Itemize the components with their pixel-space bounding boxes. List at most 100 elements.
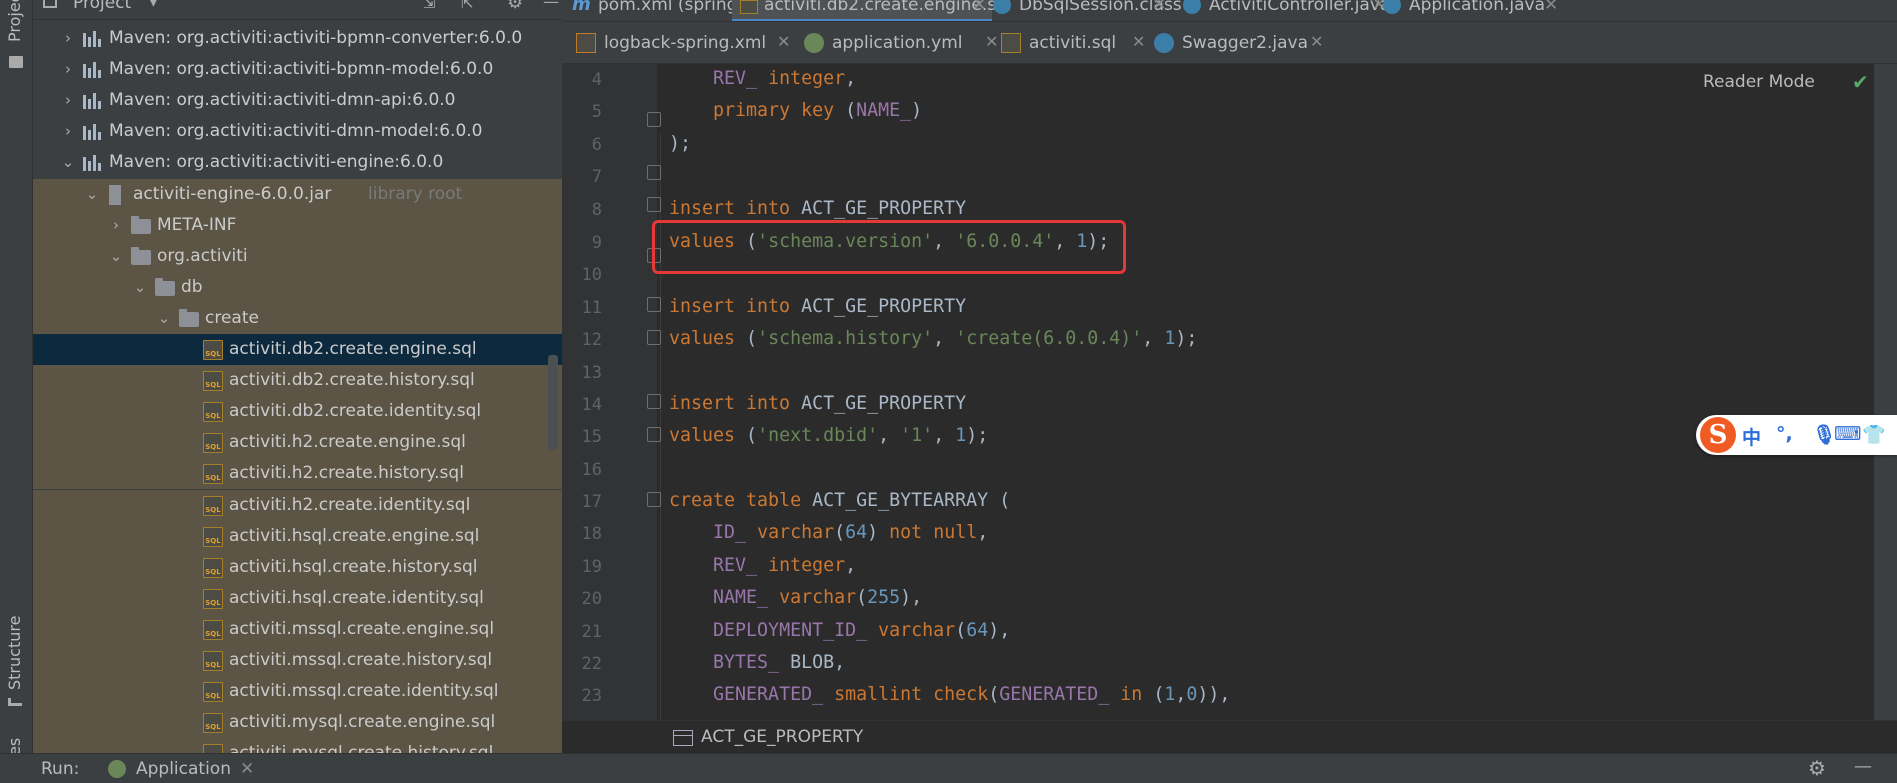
tree-item-label: activiti.mssql.create.engine.sql (229, 618, 495, 639)
gear-icon[interactable]: ⚙ (1808, 756, 1826, 780)
tree-node[interactable]: ⌄ db (33, 271, 562, 303)
reader-mode-button[interactable]: Reader Mode (1703, 72, 1815, 92)
tree-file-item[interactable]: SQL activiti.hsql.create.history.sql (33, 551, 562, 583)
close-icon[interactable]: ✕ (972, 0, 986, 15)
close-icon[interactable]: ✕ (240, 759, 254, 779)
check-icon[interactable]: ✔ (1852, 70, 1869, 94)
chevron-down-icon[interactable]: ⌄ (109, 247, 123, 265)
chevron-down-icon[interactable]: ⌄ (61, 153, 75, 171)
tree-node[interactable]: › Maven: org.activiti:activiti-dmn-api:6.… (33, 85, 562, 116)
tree-file-item[interactable]: SQL activiti.mysql.create.engine.sql (33, 707, 562, 739)
tab-application-java[interactable]: Application.java ✕ (1377, 0, 1577, 21)
fold-marker[interactable] (647, 165, 661, 180)
chevron-right-icon[interactable]: › (61, 60, 75, 78)
tree-file-item[interactable]: SQL activiti.mysql.create.history.sql (33, 738, 562, 753)
tab-activiti-sql[interactable]: activiti.sql ✕ (999, 22, 1149, 64)
tree-file-item[interactable]: SQL activiti.mssql.create.history.sql (33, 645, 562, 676)
tree-node[interactable]: › Maven: org.activiti:activiti-dmn-model:… (33, 116, 562, 147)
minimize-icon[interactable]: — (543, 0, 559, 11)
tab-activiti-controller[interactable]: ActivitiController.java ✕ (1177, 0, 1390, 21)
close-icon[interactable]: ✕ (777, 32, 790, 51)
tree-file-item[interactable]: SQL activiti.mssql.create.identity.sql (33, 676, 562, 708)
line-number: 10 (581, 265, 602, 285)
tab-logback-spring[interactable]: logback-spring.xml ✕ (572, 22, 797, 64)
tree-node[interactable]: ⌄ create (33, 302, 562, 334)
library-bar (98, 101, 101, 110)
code-editor[interactable]: 4 5 6 7 8 9 10 11 12 13 14 15 16 17 18 19 20 21 22 23 REV_ … (562, 64, 1897, 720)
chevron-down-icon[interactable]: ⌄ (157, 309, 171, 327)
tab-label: application.yml (832, 33, 963, 53)
keyboard-icon[interactable]: ⌨ (1834, 423, 1861, 445)
fold-marker[interactable] (647, 427, 661, 442)
skin-icon[interactable]: 👕 (1862, 423, 1886, 446)
tree-node[interactable]: ⌄ activiti-engine-6.0.0.jar library root (33, 178, 562, 210)
ime-chinese-mode[interactable]: 中 (1742, 423, 1761, 450)
tab-application-yml[interactable]: application.yml ✕ (802, 22, 1002, 64)
chevron-down-icon[interactable]: ⌄ (133, 278, 147, 296)
structure-tool-tab[interactable]: Structure (5, 616, 24, 690)
close-icon[interactable]: ✕ (1152, 0, 1166, 15)
gear-icon[interactable]: ⚙ (507, 0, 523, 13)
project-panel-header: Project ▼ ⇲ ⇱ ⚙ — (33, 0, 562, 20)
library-bar (98, 132, 101, 141)
tree-node[interactable]: ⌄ org.activiti (33, 240, 562, 272)
tab-swagger2[interactable]: Swagger2.java ✕ (1152, 22, 1332, 64)
tree-file-item[interactable]: SQL activiti.db2.create.engine.sql (33, 334, 562, 365)
tree-node[interactable]: › META-INF (33, 209, 562, 241)
sql-icon: SQL (203, 402, 223, 423)
fold-marker[interactable] (647, 330, 661, 345)
fold-marker[interactable] (647, 112, 661, 127)
tree-file-item[interactable]: SQL activiti.db2.create.identity.sql (33, 396, 562, 428)
tree-file-item[interactable]: SQL activiti.h2.create.identity.sql (33, 489, 562, 521)
chevron-down-icon[interactable]: ▼ (148, 0, 159, 9)
tree-item-label: Maven: org.activiti:activiti-dmn-model:6… (109, 121, 483, 142)
code-line: insert into ACT_GE_PROPERTY (669, 393, 967, 414)
run-config-tab[interactable]: Application (136, 759, 231, 779)
close-icon[interactable]: ✕ (1132, 32, 1145, 51)
tree-file-item[interactable]: SQL activiti.h2.create.engine.sql (33, 427, 562, 459)
tree-node[interactable]: › Maven: org.activiti:activiti-bpmn-model… (33, 54, 562, 85)
close-icon[interactable]: ✕ (1544, 0, 1558, 15)
tree-file-item[interactable]: SQL activiti.mssql.create.engine.sql (33, 613, 562, 645)
microphone-icon[interactable]: 🎙 (1812, 423, 1836, 446)
project-tool-tab[interactable]: Project (5, 0, 24, 42)
tab-dbsqlsession[interactable]: DbSqlSession.class ✕ (987, 0, 1182, 21)
fold-marker[interactable] (647, 297, 661, 312)
library-bar (88, 161, 91, 172)
expand-all-icon[interactable]: ⇲ (423, 0, 436, 12)
fold-marker[interactable] (647, 492, 661, 507)
library-icon (83, 122, 103, 142)
tree-item-label: activiti.hsql.create.identity.sql (229, 587, 484, 608)
chevron-right-icon[interactable]: › (61, 91, 75, 109)
line-number: 19 (581, 557, 602, 577)
tree-node[interactable]: › Maven: org.activiti:activiti-bpmn-conve… (33, 23, 562, 54)
tree-file-item[interactable]: SQL activiti.db2.create.history.sql (33, 365, 562, 397)
chevron-right-icon[interactable]: › (109, 216, 123, 234)
ime-punctuation[interactable]: °, (1776, 423, 1793, 445)
project-panel-title[interactable]: Project (73, 0, 131, 13)
breadcrumb-item[interactable]: ACT_GE_PROPERTY (701, 727, 863, 747)
tree-file-item[interactable]: SQL activiti.h2.create.history.sql (33, 458, 562, 490)
line-number: 14 (581, 395, 602, 415)
library-bar (83, 157, 86, 172)
line-number: 22 (581, 654, 602, 674)
minimize-icon[interactable]: — (1854, 756, 1872, 777)
tree-file-item[interactable]: SQL activiti.hsql.create.identity.sql (33, 582, 562, 614)
tree-file-item[interactable]: SQL activiti.hsql.create.engine.sql (33, 520, 562, 552)
chevron-right-icon[interactable]: › (61, 29, 75, 47)
library-bar (88, 68, 91, 79)
close-icon[interactable]: ✕ (985, 32, 998, 51)
collapse-all-icon[interactable]: ⇱ (461, 0, 474, 12)
ime-toolbar[interactable]: S 中 °, 🎙 ⌨ 👕 (1696, 415, 1897, 455)
fold-marker[interactable] (647, 394, 661, 409)
close-icon[interactable]: ✕ (1310, 32, 1323, 51)
tree-node[interactable]: ⌄ Maven: org.activiti:activiti-engine:6.0… (33, 147, 562, 178)
tab-db2-create-engine[interactable]: activiti.db2.create.engine.sql ✕ (732, 0, 1012, 21)
tree-item-label: activiti.h2.create.engine.sql (229, 432, 466, 453)
fold-marker[interactable] (647, 197, 661, 212)
chevron-right-icon[interactable]: › (61, 122, 75, 140)
chevron-down-icon[interactable]: ⌄ (85, 185, 99, 203)
sql-icon: SQL (203, 651, 223, 671)
library-bar (83, 95, 86, 110)
tree-scrollbar-thumb[interactable] (548, 355, 558, 450)
